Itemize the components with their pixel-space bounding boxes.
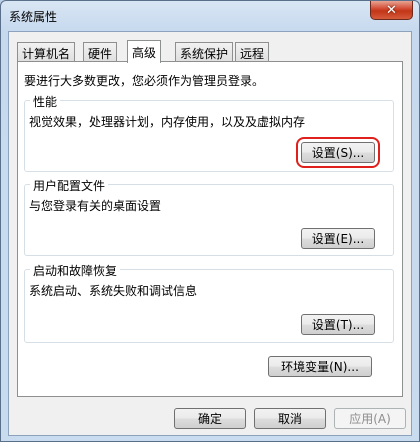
advanced-tab-panel: 要进行大多数更改，您必须作为管理员登录。 性能 视觉效果，处理器计划，内存使用，… bbox=[17, 61, 403, 397]
user-profiles-description: 与您登录有关的桌面设置 bbox=[29, 199, 162, 213]
user-profiles-settings-button[interactable]: 设置(E)... bbox=[301, 228, 375, 249]
performance-title: 性能 bbox=[30, 93, 61, 110]
startup-recovery-description: 系统启动、系统失败和调试信息 bbox=[29, 284, 198, 298]
dialog-client-area: 计算机名 硬件 高级 系统保护 远程 要进行大多数更改，您必须作为管理员登录。 … bbox=[8, 31, 412, 436]
user-profiles-group: 用户配置文件 与您登录有关的桌面设置 设置(E)... bbox=[24, 177, 394, 256]
performance-settings-button[interactable]: 设置(S)... bbox=[296, 137, 380, 168]
apply-button[interactable]: 应用(A) bbox=[334, 408, 406, 429]
startup-recovery-settings-button[interactable]: 设置(T)... bbox=[301, 314, 375, 335]
startup-recovery-title: 启动和故障恢复 bbox=[30, 262, 121, 279]
title-bar[interactable]: 系统属性 ✕ bbox=[1, 1, 419, 31]
ok-button[interactable]: 确定 bbox=[174, 408, 246, 429]
close-icon: ✕ bbox=[386, 2, 397, 18]
performance-description: 视觉效果，处理器计划，内存使用，以及及虚拟内存 bbox=[29, 115, 306, 129]
close-button[interactable]: ✕ bbox=[370, 1, 413, 20]
performance-group: 性能 视觉效果，处理器计划，内存使用，以及及虚拟内存 设置(S)... bbox=[24, 93, 394, 172]
environment-variables-button[interactable]: 环境变量(N)... bbox=[268, 356, 372, 377]
user-profiles-title: 用户配置文件 bbox=[30, 177, 109, 194]
system-properties-window: 系统属性 ✕ 计算机名 硬件 高级 系统保护 远程 要进行大多数更改，您必须作为… bbox=[0, 0, 420, 442]
tab-remote[interactable]: 远程 bbox=[235, 42, 270, 61]
tab-hardware[interactable]: 硬件 bbox=[83, 42, 118, 61]
tab-computer-name[interactable]: 计算机名 bbox=[17, 42, 76, 61]
cancel-button[interactable]: 取消 bbox=[254, 408, 326, 429]
tab-system-protection[interactable]: 系统保护 bbox=[175, 42, 234, 61]
startup-recovery-group: 启动和故障恢复 系统启动、系统失败和调试信息 设置(T)... bbox=[24, 262, 394, 343]
admin-notice: 要进行大多数更改，您必须作为管理员登录。 bbox=[24, 74, 265, 88]
window-title: 系统属性 bbox=[9, 10, 58, 24]
tab-advanced[interactable]: 高级 bbox=[127, 40, 162, 63]
